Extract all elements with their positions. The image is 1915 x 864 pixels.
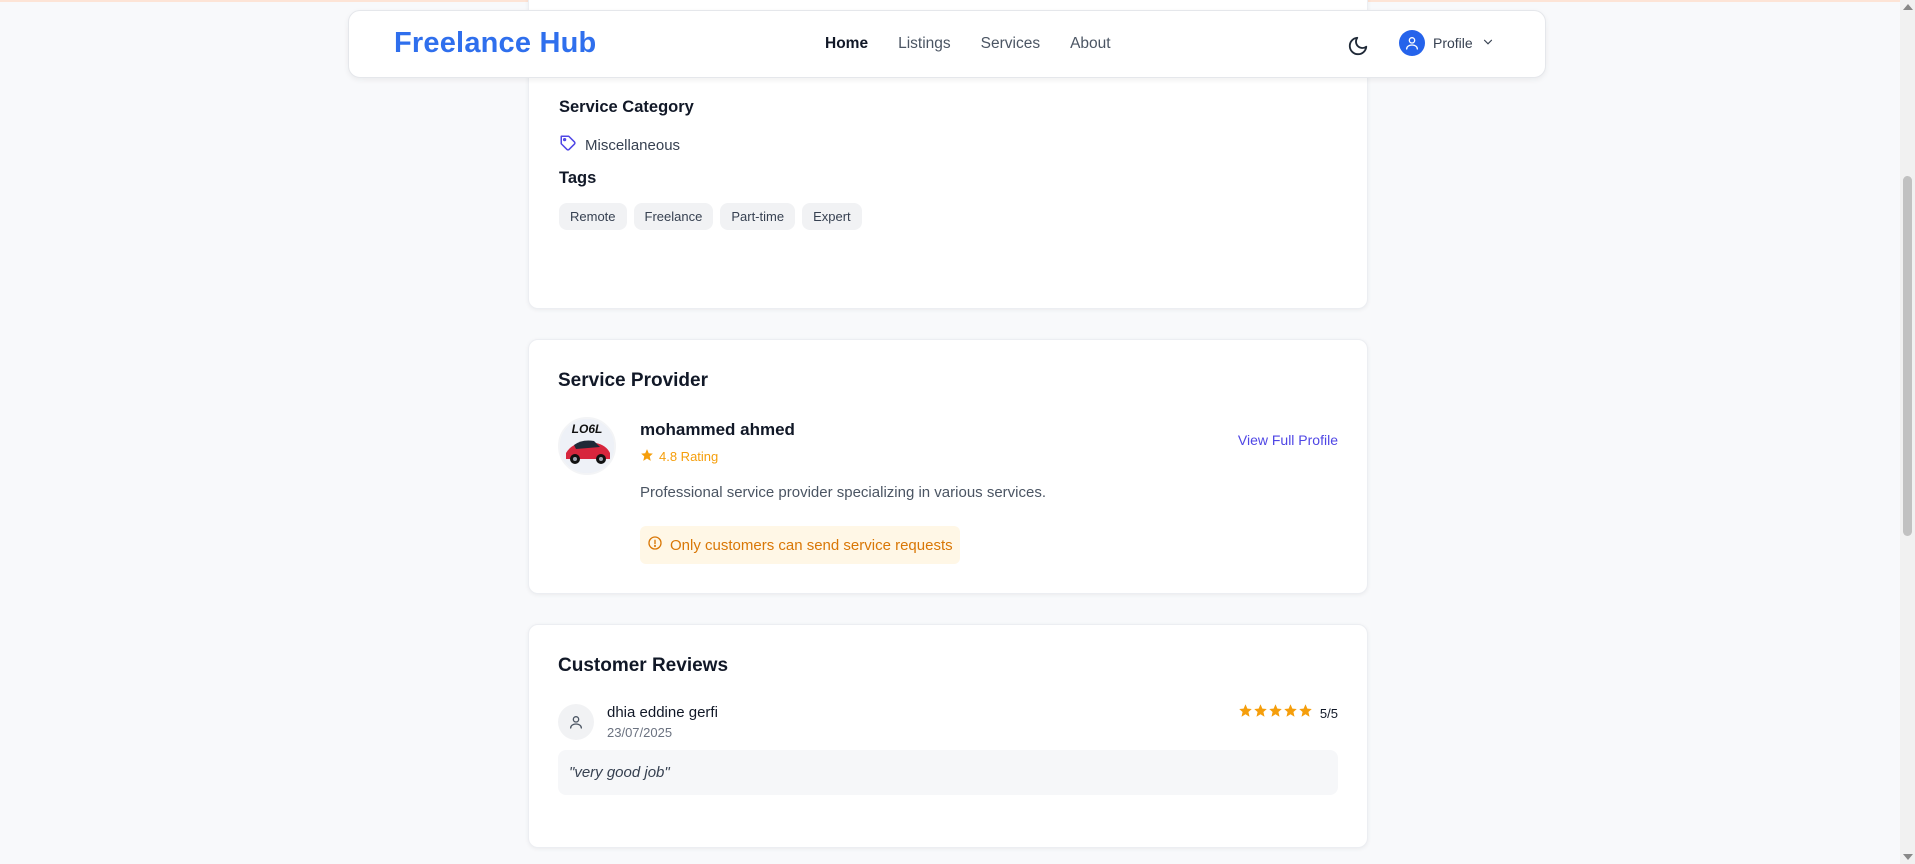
reviewer-avatar-icon: [558, 704, 594, 740]
review-date: 23/07/2025: [607, 725, 673, 740]
alert-text: Only customers can send service requests: [670, 536, 953, 554]
scroll-thumb[interactable]: [1903, 176, 1912, 536]
chevron-down-icon: [1481, 35, 1495, 52]
tag-chip: Expert: [802, 203, 862, 230]
provider-section-title: Service Provider: [558, 370, 708, 391]
nav-link-services[interactable]: Services: [981, 35, 1040, 53]
view-full-profile-link[interactable]: View Full Profile: [1238, 432, 1338, 448]
tag-chip: Part-time: [720, 203, 796, 230]
star-icon: [1238, 703, 1253, 723]
info-icon: [647, 535, 663, 555]
tags-heading: Tags: [559, 169, 597, 187]
category-row: Miscellaneous: [559, 134, 680, 156]
scroll-up-arrow-icon[interactable]: [1903, 4, 1913, 10]
provider-description: Professional service provider specializi…: [640, 484, 1047, 501]
star-icon: [1298, 703, 1313, 723]
customer-only-alert: Only customers can send service requests: [640, 526, 960, 564]
service-provider-card: Service Provider LO6L mohammed ahmed 4.8…: [528, 339, 1368, 594]
page-scrollbar[interactable]: [1900, 0, 1915, 864]
nav-link-home[interactable]: Home: [825, 35, 868, 53]
category-heading: Service Category: [559, 98, 694, 116]
star-icon: [1253, 703, 1268, 723]
reviews-section-title: Customer Reviews: [558, 655, 729, 676]
tag-icon: [559, 134, 577, 156]
nav-links: Home Listings Services About: [825, 35, 1141, 53]
nav-link-about[interactable]: About: [1070, 35, 1111, 53]
tag-chip: Remote: [559, 203, 627, 230]
profile-label: Profile: [1433, 35, 1473, 51]
provider-name: mohammed ahmed: [640, 420, 795, 439]
reviewer-name: dhia eddine gerfi: [607, 704, 718, 721]
tags-list: Remote Freelance Part-time Expert: [559, 203, 862, 230]
moon-icon[interactable]: [1347, 35, 1369, 57]
nav-link-listings[interactable]: Listings: [898, 35, 951, 53]
review-text: "very good job": [558, 750, 1338, 795]
star-icon: [1268, 703, 1283, 723]
svg-text:LO6L: LO6L: [572, 422, 603, 436]
navbar: Freelance Hub Home Listings Services Abo…: [348, 10, 1546, 78]
brand-logo[interactable]: Freelance Hub: [394, 27, 596, 60]
customer-reviews-card: Customer Reviews dhia eddine gerfi 23/07…: [528, 624, 1368, 848]
provider-rating: 4.8 Rating: [640, 448, 718, 465]
provider-avatar[interactable]: LO6L: [558, 417, 616, 475]
profile-menu-button[interactable]: Profile: [1399, 30, 1495, 56]
rating-text: 4.8 Rating: [659, 449, 719, 464]
user-avatar-icon: [1399, 30, 1425, 56]
star-icon: [640, 448, 654, 465]
star-icon: [1283, 703, 1298, 723]
scroll-down-arrow-icon[interactable]: [1903, 854, 1913, 860]
review-stars: 5/5: [1238, 703, 1338, 723]
category-value: Miscellaneous: [585, 136, 681, 154]
review-score: 5/5: [1319, 705, 1338, 721]
tag-chip: Freelance: [633, 203, 714, 230]
